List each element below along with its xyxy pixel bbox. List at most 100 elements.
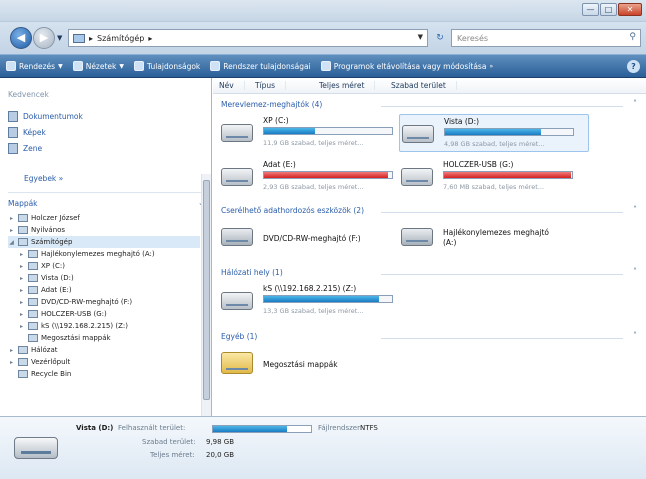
- drive-free-space: 4,98 GB szabad, teljes méret...: [444, 140, 545, 148]
- drive-item-selected[interactable]: Vista (D:) 4,98 GB szabad, teljes méret.…: [399, 114, 589, 152]
- tree-item[interactable]: ▸ Nyilvános: [8, 224, 200, 236]
- folder-icon: [28, 310, 38, 318]
- column-name[interactable]: Név: [219, 81, 245, 90]
- usage-bar: [443, 171, 573, 179]
- collapse-icon[interactable]: ˄: [633, 267, 637, 276]
- group-removable[interactable]: Cserélhető adathordozós eszközök (2) ˄: [221, 205, 639, 218]
- column-type[interactable]: Típus: [255, 81, 287, 90]
- collapse-icon[interactable]: ˄: [633, 99, 637, 108]
- favorite-music[interactable]: Zene: [8, 140, 83, 156]
- uninstall-programs-button[interactable]: Programok eltávolítása vagy módosítása »: [320, 61, 493, 71]
- organize-button[interactable]: Rendezés ▼: [6, 61, 63, 71]
- group-label: Cserélhető adathordozós eszközök (2): [221, 206, 365, 215]
- expand-icon[interactable]: ▸: [18, 251, 25, 258]
- expand-icon[interactable]: ◢: [8, 239, 15, 246]
- address-bar[interactable]: ▸ Számítógép ▸ ▼: [68, 29, 428, 47]
- folder-icon: [18, 226, 28, 234]
- expand-icon[interactable]: ▸: [18, 287, 25, 294]
- tree-item[interactable]: ◢ Számítógép: [8, 236, 200, 248]
- more-link[interactable]: Egyebek »: [24, 174, 63, 183]
- expand-icon[interactable]: ▸: [18, 299, 25, 306]
- details-pane: Vista (D:) Felhasznált terület: Fájlrend…: [0, 416, 646, 479]
- group-hard-drives[interactable]: Merevlemez-meghajtók (4) ˄: [221, 99, 639, 112]
- recent-pages-dropdown-icon[interactable]: ▼: [57, 34, 62, 42]
- search-input[interactable]: Keresés ⚲: [451, 29, 641, 47]
- folder-icon: [18, 214, 28, 222]
- close-button[interactable]: ✕: [618, 3, 642, 16]
- expand-icon[interactable]: ▸: [18, 323, 25, 330]
- address-separator[interactable]: ▸: [89, 34, 93, 43]
- tree-item[interactable]: ▸ Hajlékonylemezes meghajtó (A:): [8, 248, 200, 260]
- drive-item[interactable]: XP (C:) 11,9 GB szabad, teljes méret...: [219, 114, 409, 152]
- drive-item[interactable]: Adat (E:) 2,93 GB szabad, teljes méret..…: [219, 158, 409, 196]
- expand-icon[interactable]: ▸: [18, 263, 25, 270]
- system-properties-button[interactable]: Rendszer tulajdonságai: [210, 61, 311, 71]
- tree-item-label: Megosztási mappák: [41, 334, 111, 342]
- drive-item[interactable]: HOLCZER-USB (G:) 7,60 MB szabad, teljes …: [399, 158, 589, 196]
- favorite-pictures[interactable]: Képek: [8, 124, 83, 140]
- tree-item[interactable]: Recycle Bin: [8, 368, 200, 380]
- folder-icon: [28, 334, 38, 342]
- title-bar: — □ ✕: [0, 0, 646, 22]
- drive-item[interactable]: DVD/CD-RW-meghajtó (F:): [219, 222, 399, 252]
- command-bar: Rendezés ▼ Nézetek ▼ Tulajdonságok Rends…: [0, 54, 646, 78]
- organize-icon: [6, 61, 16, 71]
- column-headers: Név Típus Teljes méret Szabad terület: [213, 78, 646, 94]
- address-dropdown-icon[interactable]: ▼: [418, 33, 423, 41]
- chevron-down-icon: ▼: [58, 62, 63, 70]
- collapse-icon[interactable]: ˄: [633, 205, 637, 214]
- column-total-size[interactable]: Teljes méret: [319, 81, 376, 90]
- tree-item[interactable]: ▸ Adat (E:): [8, 284, 200, 296]
- minimize-button[interactable]: —: [582, 3, 599, 16]
- details-drive-name: Vista (D:): [76, 424, 114, 432]
- back-button[interactable]: ◀: [10, 27, 32, 49]
- expand-icon[interactable]: ▸: [8, 215, 15, 222]
- favorite-label: Zene: [23, 143, 43, 153]
- tree-item[interactable]: ▸ XP (C:): [8, 260, 200, 272]
- properties-button[interactable]: Tulajdonságok: [134, 61, 200, 71]
- column-free-space[interactable]: Szabad terület: [391, 81, 457, 90]
- drive-name: HOLCZER-USB (G:): [443, 160, 514, 169]
- tree-item[interactable]: ▸ Holczer József: [8, 212, 200, 224]
- nav-scrollbar[interactable]: [201, 174, 211, 416]
- more-commands-icon[interactable]: »: [489, 63, 493, 70]
- collapse-icon[interactable]: ˄: [633, 331, 637, 340]
- expand-icon[interactable]: ▸: [18, 311, 25, 318]
- expand-icon[interactable]: ▸: [18, 275, 25, 282]
- group-network[interactable]: Hálózati hely (1) ˄: [221, 267, 639, 280]
- address-path[interactable]: Számítógép: [97, 34, 144, 43]
- drive-free-space: 7,60 MB szabad, teljes méret...: [443, 183, 545, 191]
- favorite-documents[interactable]: Dokumentumok: [8, 108, 83, 124]
- tree-item[interactable]: ▸ DVD/CD-RW-meghajtó (F:): [8, 296, 200, 308]
- expand-icon[interactable]: ▸: [8, 347, 15, 354]
- views-button[interactable]: Nézetek ▼: [72, 61, 124, 71]
- tree-item[interactable]: Megosztási mappák: [8, 332, 200, 344]
- tree-item[interactable]: ▸ Vista (D:): [8, 272, 200, 284]
- drive-item[interactable]: kS (\\192.168.2.215) (Z:) 13,3 GB szabad…: [219, 282, 409, 320]
- address-separator-2[interactable]: ▸: [148, 34, 152, 43]
- shared-folders-item[interactable]: Megosztási mappák: [219, 348, 399, 378]
- tree-item[interactable]: ▸ HOLCZER-USB (G:): [8, 308, 200, 320]
- scrollbar-thumb[interactable]: [203, 180, 210, 400]
- tree-item-label: kS (\\192.168.2.215) (Z:): [41, 322, 128, 330]
- drive-name: Hajlékonylemezes meghajtó (A:): [443, 228, 549, 247]
- maximize-button[interactable]: □: [600, 3, 617, 16]
- tree-item-label: Vezérlőpult: [31, 358, 71, 366]
- network-drive-icon: [221, 292, 253, 310]
- group-other[interactable]: Egyéb (1) ˄: [221, 331, 639, 344]
- search-icon[interactable]: ⚲: [629, 32, 636, 42]
- tree-item[interactable]: ▸ kS (\\192.168.2.215) (Z:): [8, 320, 200, 332]
- hard-drive-icon: [221, 124, 253, 142]
- folder-icon: [28, 262, 38, 270]
- folders-header[interactable]: Mappák ⌄: [8, 192, 204, 208]
- expand-icon[interactable]: ▸: [8, 359, 15, 366]
- tree-item[interactable]: ▸ Hálózat: [8, 344, 200, 356]
- drive-item[interactable]: Hajlékonylemezes meghajtó (A:): [399, 222, 599, 252]
- tree-item-label: Nyilvános: [31, 226, 66, 234]
- expand-icon[interactable]: ▸: [8, 227, 15, 234]
- forward-button[interactable]: ▶: [33, 27, 55, 49]
- tree-item[interactable]: ▸ Vezérlőpult: [8, 356, 200, 368]
- refresh-button[interactable]: ↻: [430, 30, 450, 46]
- help-icon[interactable]: ?: [627, 60, 640, 73]
- group-label: Hálózati hely (1): [221, 268, 283, 277]
